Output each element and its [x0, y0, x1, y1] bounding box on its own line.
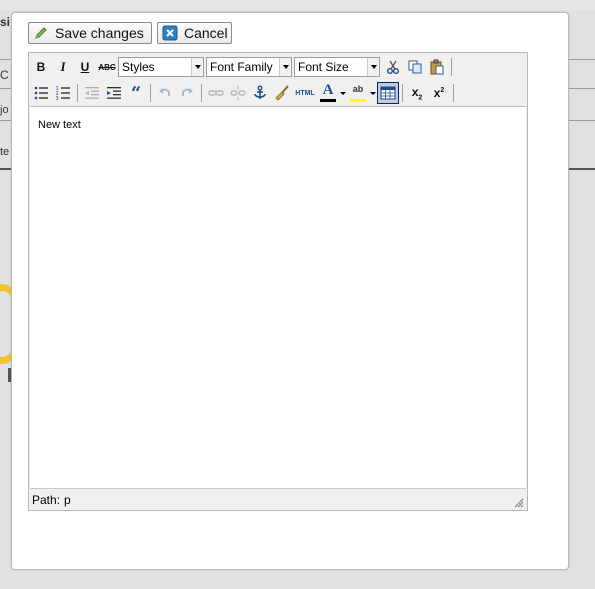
quote-icon: “ [130, 82, 142, 104]
undo-button[interactable] [154, 82, 176, 104]
superscript-button[interactable]: x2 [428, 82, 450, 104]
editor-statusbar: Path: p [30, 488, 526, 510]
font-size-select[interactable]: Font Size [294, 57, 380, 77]
background-text-fragment: jo [0, 104, 9, 116]
scissors-icon [387, 60, 399, 74]
bullet-list-icon [34, 86, 48, 100]
text-color-swatch [320, 99, 336, 102]
cleanup-button[interactable] [271, 82, 293, 104]
background-text-fragment: C [0, 68, 9, 82]
italic-button[interactable]: I [52, 56, 74, 78]
editor-content-area[interactable]: New text [30, 106, 526, 488]
blockquote-button[interactable]: “ [125, 82, 147, 104]
cancel-button[interactable]: Cancel [157, 22, 232, 44]
indent-icon [107, 87, 121, 99]
background-color-dropdown[interactable] [369, 82, 377, 104]
toolbar-separator [451, 58, 452, 76]
save-changes-label: Save changes [55, 25, 144, 41]
toolbar-separator [150, 84, 151, 102]
cancel-label: Cancel [184, 25, 228, 41]
toolbar-separator [402, 84, 403, 102]
text-color-dropdown[interactable] [339, 82, 347, 104]
chevron-down-icon [367, 58, 379, 76]
text-color-icon: A [322, 82, 334, 98]
unlink-icon [230, 86, 246, 100]
paste-button[interactable] [426, 56, 448, 78]
numbered-list-icon: 1 2 3 [56, 86, 70, 101]
undo-icon [159, 88, 171, 97]
resize-handle-icon[interactable] [514, 498, 524, 508]
anchor-button[interactable] [249, 82, 271, 104]
link-icon [208, 90, 224, 96]
toolbar-separator [201, 84, 202, 102]
redo-icon [181, 88, 193, 97]
edit-dialog: Save changes Cancel B I U ABC Styles Fon… [11, 12, 569, 570]
chevron-down-icon [191, 58, 203, 76]
background-text-fragment: si [0, 15, 11, 29]
cut-button[interactable] [382, 56, 404, 78]
editor-paragraph: New text [38, 119, 81, 131]
highlight-icon: ab [352, 84, 364, 94]
styles-select[interactable]: Styles [118, 57, 204, 77]
redo-button[interactable] [176, 82, 198, 104]
font-family-select[interactable]: Font Family [206, 57, 292, 77]
font-family-select-value: Font Family [210, 60, 273, 74]
superscript-icon: x2 [433, 86, 445, 100]
unlink-button[interactable] [227, 82, 249, 104]
pencil-icon [33, 25, 49, 41]
copy-icon [408, 60, 422, 74]
outdent-button[interactable] [81, 82, 103, 104]
indent-button[interactable] [103, 82, 125, 104]
outdent-icon [85, 87, 99, 99]
background-text-fragment: te [0, 146, 10, 158]
styles-select-value: Styles [122, 60, 155, 74]
copy-button[interactable] [404, 56, 426, 78]
toolbar-row-2: 1 2 3 “ HTML A ab x2 x2 [30, 80, 457, 106]
path-element-p[interactable]: p [64, 493, 71, 507]
chevron-down-icon [279, 58, 291, 76]
subscript-button[interactable]: x2 [406, 82, 428, 104]
bullet-list-button[interactable] [30, 82, 52, 104]
html-source-button[interactable]: HTML [293, 82, 317, 104]
underline-button[interactable]: U [74, 56, 96, 78]
text-color-button[interactable]: A [317, 82, 339, 104]
broom-icon [275, 85, 289, 101]
toolbar-separator [453, 84, 454, 102]
subscript-icon: x2 [411, 84, 423, 102]
strikethrough-button[interactable]: ABC [96, 56, 118, 78]
forecolor-control: A [317, 82, 347, 104]
link-button[interactable] [205, 82, 227, 104]
rich-text-editor: B I U ABC Styles Font Family Font Size 1… [28, 52, 528, 511]
toolbar-separator [77, 84, 78, 102]
svg-text:3: 3 [56, 96, 59, 101]
background-color-button[interactable]: ab [347, 82, 369, 104]
background-header [0, 0, 595, 10]
paste-icon [430, 59, 444, 75]
background-color-swatch [350, 99, 366, 102]
save-changes-button[interactable]: Save changes [28, 22, 152, 44]
table-button[interactable] [377, 82, 399, 104]
close-icon [162, 25, 178, 41]
toolbar-row-1: B I U ABC Styles Font Family Font Size [30, 54, 455, 80]
font-size-select-value: Font Size [298, 60, 349, 74]
backcolor-control: ab [347, 82, 377, 104]
numbered-list-button[interactable]: 1 2 3 [52, 82, 74, 104]
anchor-icon [254, 85, 266, 99]
table-icon [380, 86, 396, 100]
bold-button[interactable]: B [30, 56, 52, 78]
path-label: Path: [32, 492, 61, 507]
